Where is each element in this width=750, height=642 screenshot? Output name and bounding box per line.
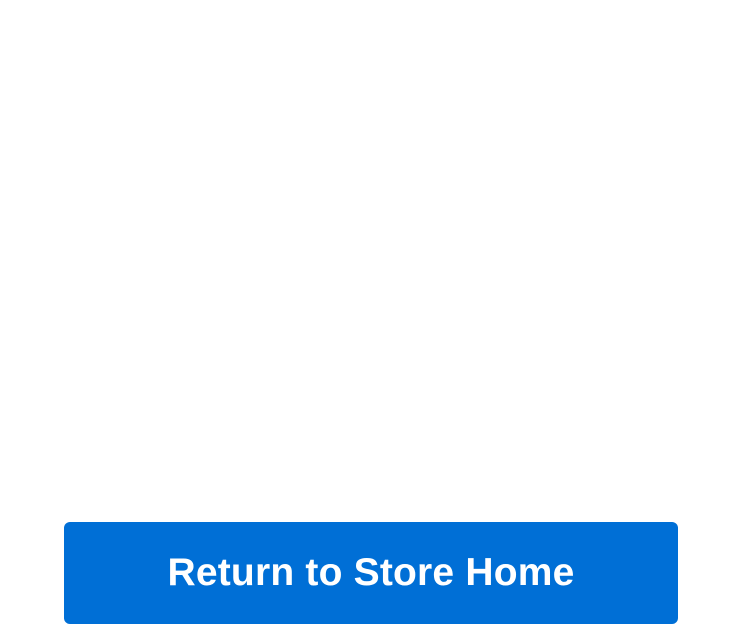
return-to-store-home-button[interactable]: Return to Store Home (64, 522, 678, 624)
page-container: Return to Store Home (0, 0, 750, 642)
